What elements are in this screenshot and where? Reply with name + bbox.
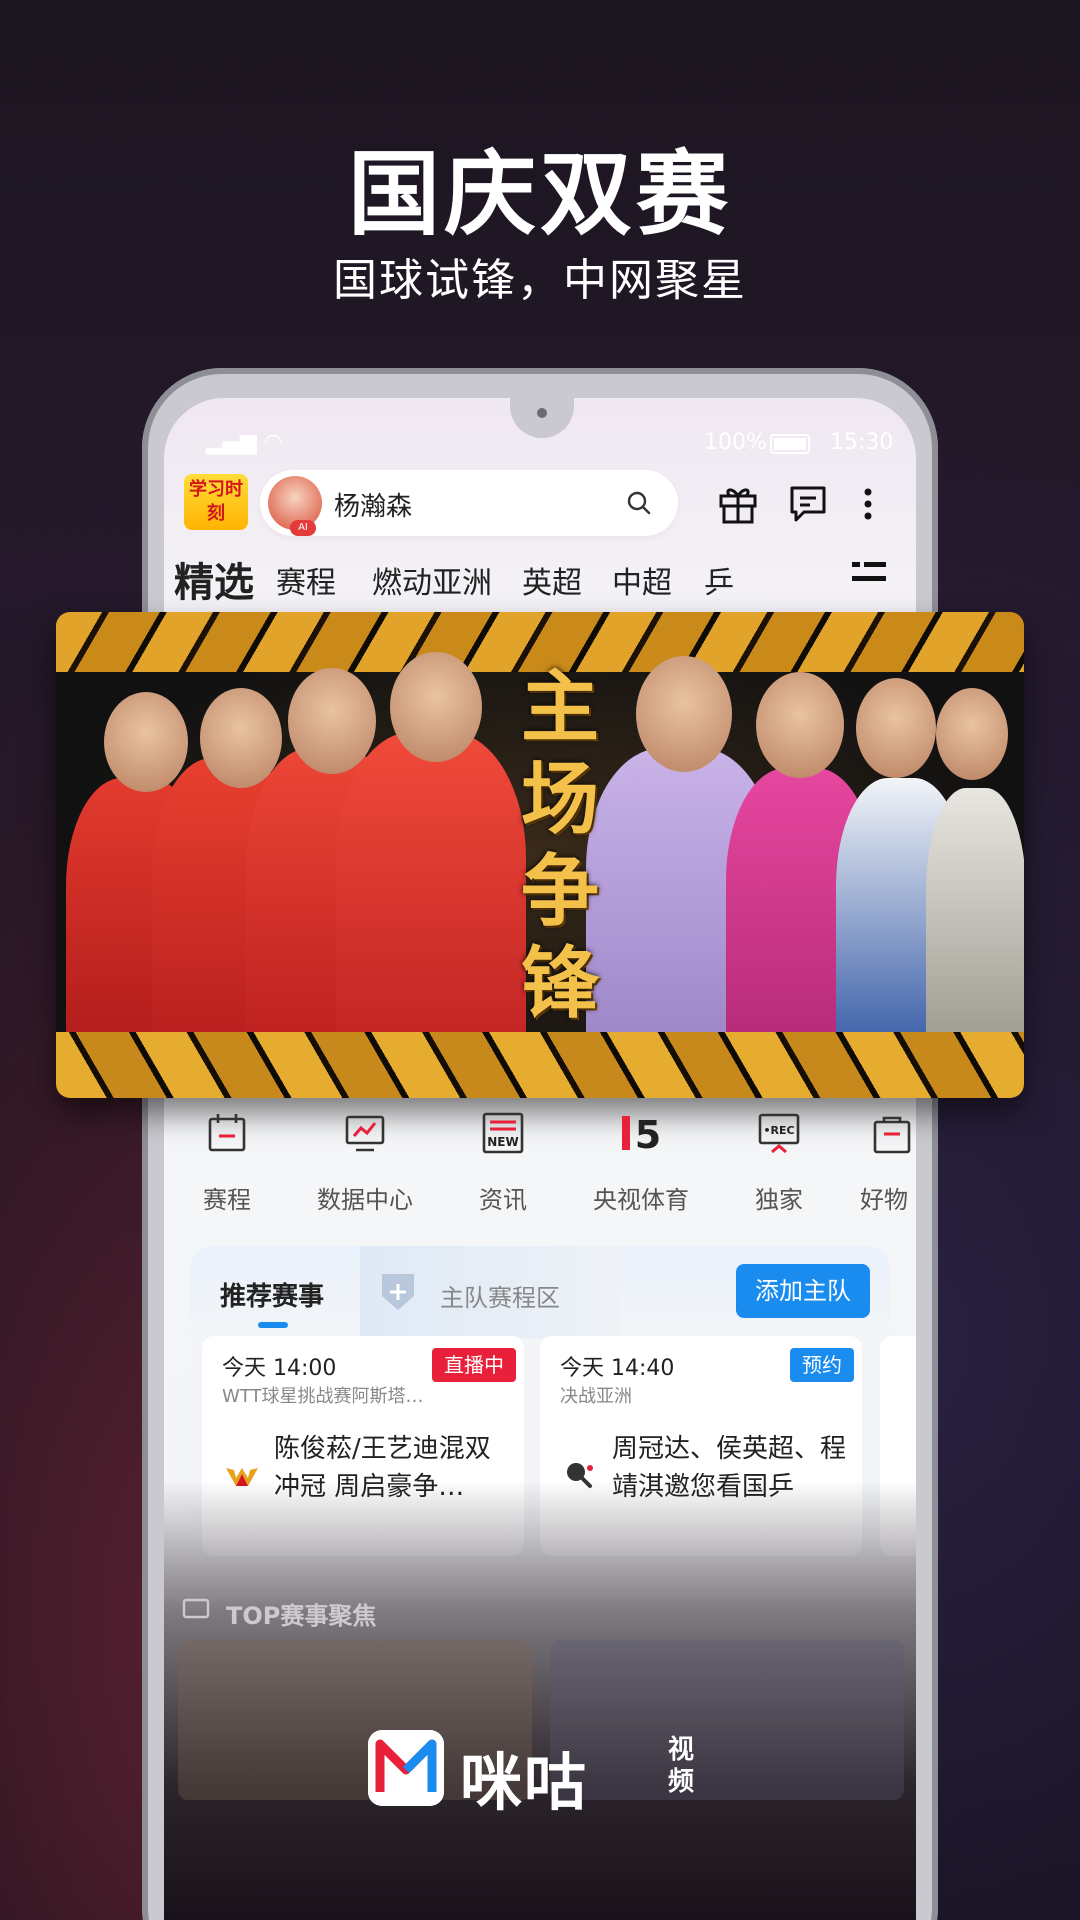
tab-asia[interactable]: 燃动亚洲	[372, 558, 492, 602]
tab-csl[interactable]: 中超	[612, 558, 672, 602]
svg-text:5: 5	[635, 1113, 661, 1156]
tab-premier-league[interactable]: 英超	[522, 558, 582, 602]
quick-nav-exclusive[interactable]: •REC 独家	[724, 1110, 834, 1215]
channel-menu-icon[interactable]	[852, 558, 886, 588]
quick-nav-label: 好物	[860, 1186, 908, 1214]
message-icon[interactable]	[786, 482, 830, 526]
player-head	[936, 688, 1008, 780]
news-icon: NEW	[482, 1112, 524, 1154]
cctv5-icon: 5	[622, 1113, 661, 1157]
study-moment-badge[interactable]: 学习时刻	[184, 474, 248, 530]
top-focus-title: TOP赛事聚焦	[226, 1602, 377, 1630]
battery-percent: 100%	[704, 430, 767, 455]
top-bar: 学习时刻 AI 杨瀚森	[164, 470, 916, 540]
quick-nav-cctv5[interactable]: 5 央视体育	[586, 1110, 696, 1215]
brand-subname: 视频	[668, 1735, 695, 1797]
status-time: 15:30	[830, 430, 894, 455]
tab-home-team-schedule[interactable]: 主队赛程区	[440, 1278, 560, 1313]
tv-icon	[182, 1598, 210, 1619]
tab-recommended-matches[interactable]: 推荐赛事	[220, 1276, 324, 1313]
quick-nav-schedule[interactable]: 赛程	[172, 1110, 282, 1215]
reserve-badge[interactable]: 预约	[790, 1348, 854, 1382]
add-home-team-button[interactable]: 添加主队	[736, 1264, 870, 1318]
player-head	[636, 656, 732, 772]
chart-icon	[345, 1115, 385, 1152]
quick-nav-label: 央视体育	[593, 1186, 689, 1214]
tab-table-tennis[interactable]: 乒	[704, 558, 734, 602]
player-figure	[926, 788, 1024, 1048]
search-icon[interactable]	[626, 490, 652, 516]
signal-wifi-icon: ▂▄▆ ◠	[206, 430, 283, 455]
ai-avatar[interactable]: AI	[268, 476, 322, 536]
player-head	[756, 672, 844, 778]
quick-nav-goods[interactable]: 好物	[850, 1110, 916, 1215]
promo-title: 国庆双赛	[347, 141, 732, 248]
banner-gold-border-bottom	[56, 1032, 1024, 1098]
calendar-icon	[208, 1114, 246, 1152]
search-input[interactable]: 杨瀚森	[334, 486, 412, 523]
status-bar: ▂▄▆ ◠ 100% 15:30	[164, 428, 916, 458]
quick-nav-label: 赛程	[203, 1186, 251, 1214]
battery-icon	[770, 434, 810, 454]
rec-icon: •REC	[758, 1113, 800, 1154]
hero-banner[interactable]: 主场争锋	[56, 612, 1024, 1098]
avatar-ai-label: AI	[290, 520, 316, 536]
match-event: WTT球星挑战赛阿斯塔…	[222, 1386, 424, 1407]
tab-featured[interactable]: 精选	[174, 550, 254, 608]
live-badge: 直播中	[432, 1348, 516, 1382]
quick-nav-label: 独家	[755, 1186, 803, 1214]
migu-logo-icon	[368, 1730, 444, 1806]
quick-nav-data-center[interactable]: 数据中心	[310, 1110, 420, 1215]
banner-slogan: 主场争锋	[520, 663, 599, 1029]
tab-active-indicator	[258, 1322, 288, 1328]
tab-schedule[interactable]: 赛程	[276, 558, 336, 602]
channel-tabs: 精选 赛程 燃动亚洲 英超 中超 乒	[164, 546, 916, 606]
player-head	[104, 692, 188, 792]
player-head	[856, 678, 936, 778]
player-head	[390, 652, 482, 762]
quick-nav: 赛程 数据中心 NEW 资讯 5 央视体育 •REC 独家 好物	[164, 1110, 916, 1230]
quick-nav-label: 数据中心	[317, 1186, 413, 1214]
event-thumbnail[interactable]	[550, 1640, 904, 1800]
quick-nav-label: 资讯	[479, 1186, 527, 1214]
bag-icon	[873, 1116, 911, 1154]
match-time: 今天 14:40	[560, 1356, 675, 1381]
player-head	[288, 668, 376, 774]
brand-name: 咪咕	[460, 1746, 589, 1819]
match-time: 今天 14:00	[222, 1356, 337, 1381]
shield-add-icon	[382, 1274, 414, 1310]
match-event: 决战亚洲	[560, 1386, 632, 1407]
svg-text:NEW: NEW	[487, 1135, 518, 1149]
gift-icon[interactable]	[716, 482, 760, 526]
more-icon[interactable]	[856, 482, 880, 526]
svg-text:•REC: •REC	[763, 1124, 794, 1137]
quick-nav-news[interactable]: NEW 资讯	[448, 1110, 558, 1215]
search-box[interactable]: AI 杨瀚森	[260, 470, 678, 536]
player-figure	[336, 732, 526, 1048]
promo-subtitle: 国球试锋，中网聚星	[333, 255, 747, 306]
